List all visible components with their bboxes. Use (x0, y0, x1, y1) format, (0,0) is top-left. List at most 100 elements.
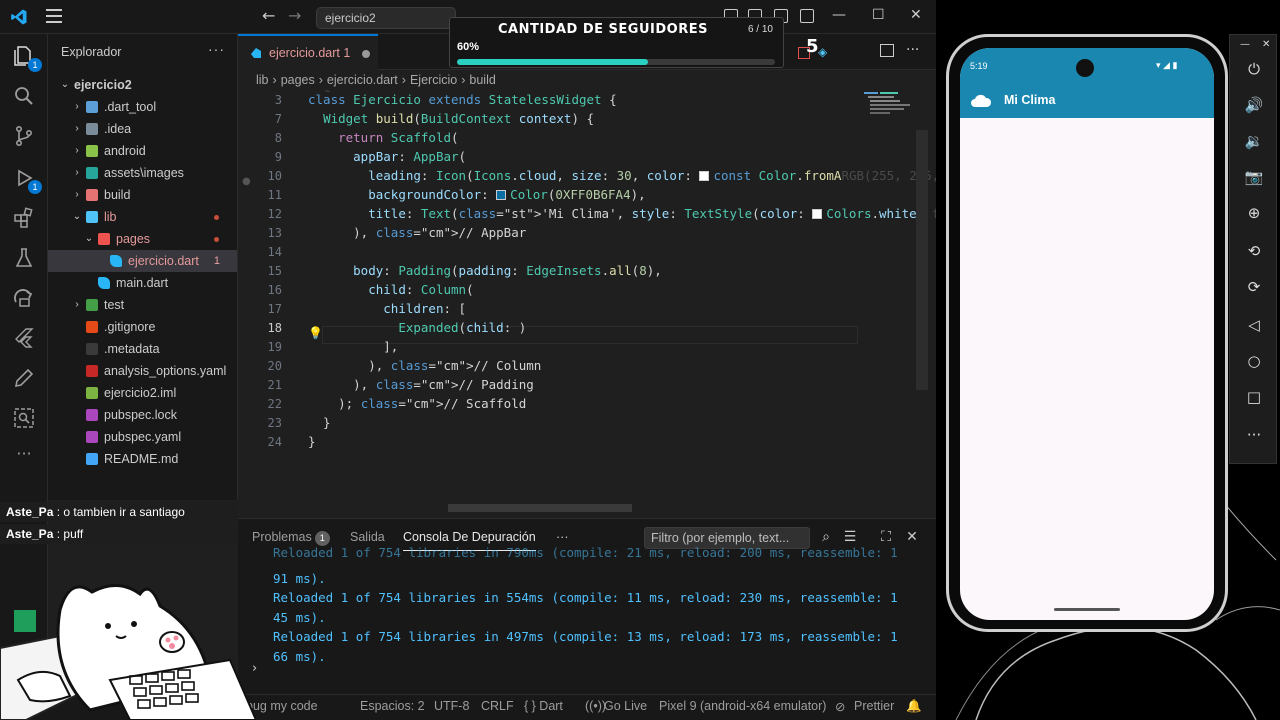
chevron-right-icon[interactable]: › (72, 140, 82, 162)
status-device[interactable]: Pixel 9 (android-x64 emulator) (659, 699, 826, 713)
breadcrumb-item[interactable]: pages (281, 73, 315, 87)
breadcrumb-item[interactable]: build (469, 73, 495, 87)
status-eol[interactable]: CRLF (481, 699, 514, 713)
inspect-icon[interactable] (12, 406, 36, 430)
minimize-icon[interactable]: — (832, 7, 846, 23)
tree-item[interactable]: › build (48, 184, 237, 206)
tree-item[interactable]: README.md (48, 448, 237, 470)
code-line[interactable]: ), class="cm">// AppBar (308, 225, 526, 240)
chevron-down-icon[interactable]: ⌄ (84, 228, 94, 250)
tree-item[interactable]: ⌄ ejercicio2 (48, 74, 237, 96)
remote-explorer-icon[interactable] (12, 286, 36, 310)
status-go-live[interactable]: Go Live (604, 699, 647, 713)
status-encoding[interactable]: UTF-8 (434, 699, 469, 713)
zoom-icon[interactable]: ⊕ (1244, 203, 1264, 223)
tree-item[interactable]: pubspec.lock (48, 404, 237, 426)
emu-minimize-icon[interactable]: — (1240, 39, 1250, 50)
code-line[interactable]: ], (308, 339, 398, 354)
volume-up-icon[interactable]: 🔊 (1244, 95, 1264, 115)
tree-item[interactable]: main.dart (48, 272, 237, 294)
go-live-icon[interactable]: ((•)) (585, 699, 606, 713)
chevron-right-icon[interactable]: › (72, 96, 82, 118)
breadcrumb-item[interactable]: lib (256, 73, 269, 87)
prettier-icon[interactable]: ⊘ (835, 699, 845, 714)
chevron-down-icon[interactable]: ⌄ (72, 206, 82, 228)
editor-horizontal-scrollbar[interactable] (448, 504, 632, 512)
tree-item[interactable]: ⌄ lib (48, 206, 237, 228)
emu-more-icon[interactable]: ··· (1244, 425, 1264, 445)
status-spaces[interactable]: Espacios: 2 (360, 699, 425, 713)
status-bug-text[interactable]: bug my code (246, 699, 318, 713)
tab-ejercicio-dart[interactable]: ejercicio.dart 1 (238, 34, 378, 70)
code-line[interactable]: return Scaffold( (308, 130, 458, 145)
chevron-right-icon[interactable]: › (72, 184, 82, 206)
explorer-icon[interactable]: 1 (12, 44, 42, 72)
status-prettier[interactable]: Prettier (854, 699, 894, 713)
run-debug-icon[interactable]: 1 (12, 166, 42, 194)
chevron-right-icon[interactable]: › (72, 294, 82, 316)
tree-item[interactable]: › .idea (48, 118, 237, 140)
search-icon[interactable] (12, 84, 36, 108)
emu-close-icon[interactable]: ✕ (1262, 39, 1270, 50)
code-line[interactable]: ), class="cm">// Padding (308, 377, 534, 392)
edit-pen-icon[interactable] (12, 366, 36, 390)
rotate-right-icon[interactable]: ⟳ (1244, 277, 1264, 297)
split-editor-icon[interactable] (880, 44, 894, 57)
tree-item[interactable]: .gitignore (48, 316, 237, 338)
chevron-right-icon[interactable]: › (72, 162, 82, 184)
screenshot-icon[interactable]: 📷 (1244, 167, 1264, 187)
panel-more-icon[interactable]: ··· (556, 530, 569, 544)
home-indicator[interactable] (1054, 608, 1120, 611)
phone-screen[interactable]: 5:19 ▾ ◢ ▮ Mi Clima (960, 48, 1214, 620)
code-line[interactable]: Widget build(BuildContext context) { (308, 111, 594, 126)
code-line[interactable]: title: Text(class="st">'Mi Clima', style… (308, 206, 936, 221)
tree-item[interactable]: analysis_options.yaml (48, 360, 237, 382)
tab-output[interactable]: Salida (350, 530, 385, 544)
chevron-right-icon[interactable]: › (72, 118, 82, 140)
rotate-left-icon[interactable]: ⟲ (1244, 241, 1264, 261)
forward-arrow-icon[interactable]: → (288, 6, 301, 25)
source-control-icon[interactable] (12, 124, 36, 148)
explorer-more-icon[interactable]: ··· (208, 41, 225, 57)
code-line[interactable]: leading: Icon(Icons.cloud, size: 30, col… (308, 168, 936, 183)
status-language[interactable]: { } Dart (524, 699, 563, 713)
notifications-bell-icon[interactable]: 🔔 (906, 699, 922, 714)
code-line[interactable]: ); class="cm">// Scaffold (308, 396, 526, 411)
devtools-icon[interactable]: ◈ (818, 45, 827, 59)
back-nav-icon[interactable]: ◁ (1244, 315, 1264, 335)
back-arrow-icon[interactable]: ← (262, 6, 275, 25)
code-line[interactable]: backgroundColor: Color(0XFF0B6FA4), (308, 187, 645, 202)
code-line[interactable]: body: Padding(padding: EdgeInsets.all(8)… (308, 263, 662, 278)
maximize-icon[interactable]: ☐ (872, 7, 885, 23)
tree-item[interactable]: ejercicio2.iml (48, 382, 237, 404)
testing-icon[interactable] (12, 246, 36, 270)
extensions-icon[interactable] (12, 206, 36, 230)
tree-item[interactable]: › .dart_tool (48, 96, 237, 118)
code-line[interactable]: Expanded(child: ) (308, 320, 526, 335)
tree-item[interactable]: › assets\images (48, 162, 237, 184)
tree-item[interactable]: › test (48, 294, 237, 316)
power-icon[interactable]: ⏻ (1244, 59, 1264, 79)
editor-vertical-scrollbar[interactable] (916, 130, 928, 390)
breadcrumb-item[interactable]: Ejercicio (410, 73, 457, 87)
volume-down-icon[interactable]: 🔉 (1244, 131, 1264, 151)
minimap[interactable] (862, 90, 914, 118)
tree-item[interactable]: ⌄ pages (48, 228, 237, 250)
unsaved-dot-icon[interactable] (362, 50, 370, 58)
tree-item[interactable]: .metadata (48, 338, 237, 360)
editor-more-icon[interactable]: ··· (906, 42, 919, 58)
code-line[interactable]: class Ejercicio extends StatelessWidget … (308, 92, 617, 107)
more-views-icon[interactable]: ··· (12, 444, 36, 468)
tree-item[interactable]: pubspec.yaml (48, 426, 237, 448)
command-center-search[interactable]: ejercicio2 (316, 7, 456, 29)
code-line[interactable]: } (308, 434, 316, 449)
customize-layout-icon[interactable] (800, 9, 814, 23)
code-line[interactable]: appBar: AppBar( (308, 149, 466, 164)
close-window-icon[interactable]: ✕ (910, 7, 922, 23)
flutter-icon[interactable] (12, 326, 36, 350)
overview-nav-icon[interactable]: □ (1244, 387, 1264, 407)
code-line[interactable]: } (308, 415, 331, 430)
code-editor[interactable]: 💡 ● 3 7 8 9 10 11 12 13 14 15 16 17 18 19 20 21 22 23 24 c… (238, 90, 936, 518)
menu-icon[interactable] (46, 9, 62, 23)
code-line[interactable]: ), class="cm">// Column (308, 358, 541, 373)
